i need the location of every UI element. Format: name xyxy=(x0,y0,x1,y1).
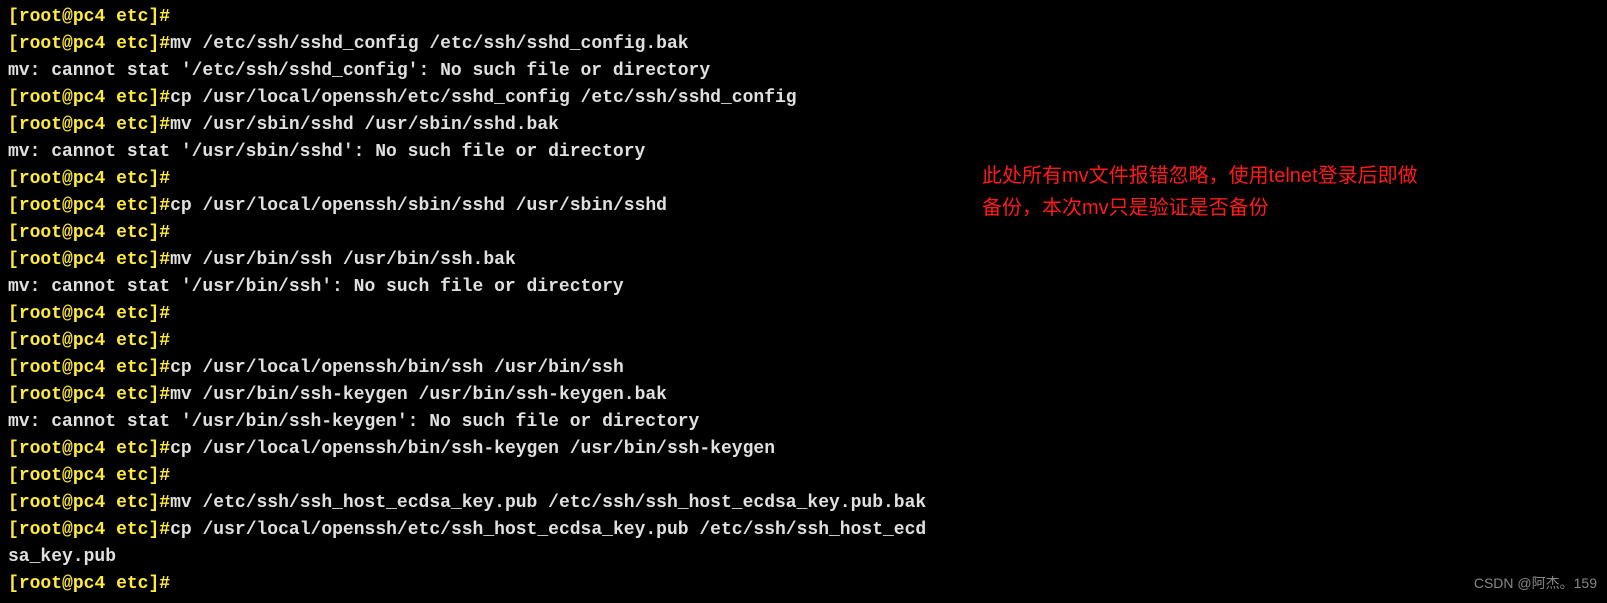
terminal-command-line: [root@pc4 etc]#cp /usr/local/openssh/etc… xyxy=(8,85,1599,112)
terminal-command-line: [root@pc4 etc]# xyxy=(8,571,1599,598)
shell-prompt: [root@pc4 etc]# xyxy=(8,466,170,486)
terminal-output[interactable]: [root@pc4 etc]#[root@pc4 etc]#mv /etc/ss… xyxy=(8,4,1599,598)
output-text: mv: cannot stat '/etc/ssh/sshd_config': … xyxy=(8,61,710,81)
command-text: cp /usr/local/openssh/bin/ssh-keygen /us… xyxy=(170,439,775,459)
command-text: cp /usr/local/openssh/etc/sshd_config /e… xyxy=(170,88,797,108)
terminal-command-line: [root@pc4 etc]#mv /usr/bin/ssh-keygen /u… xyxy=(8,382,1599,409)
shell-prompt: [root@pc4 etc]# xyxy=(8,7,170,27)
terminal-command-line: [root@pc4 etc]# xyxy=(8,463,1599,490)
shell-prompt: [root@pc4 etc]# xyxy=(8,493,170,513)
terminal-output-line: mv: cannot stat '/usr/bin/ssh': No such … xyxy=(8,274,1599,301)
output-text: mv: cannot stat '/usr/bin/ssh-keygen': N… xyxy=(8,412,699,432)
shell-prompt: [root@pc4 etc]# xyxy=(8,223,170,243)
annotation-line-1: 此处所有mv文件报错忽略，使用telnet登录后即做 xyxy=(982,160,1418,192)
command-text: mv /usr/bin/ssh /usr/bin/ssh.bak xyxy=(170,250,516,270)
annotation-line-2: 备份，本次mv只是验证是否备份 xyxy=(982,192,1418,224)
output-text: sa_key.pub xyxy=(8,547,116,567)
shell-prompt: [root@pc4 etc]# xyxy=(8,169,170,189)
output-text: mv: cannot stat '/usr/sbin/sshd': No suc… xyxy=(8,142,645,162)
shell-prompt: [root@pc4 etc]# xyxy=(8,358,170,378)
shell-prompt: [root@pc4 etc]# xyxy=(8,115,170,135)
shell-prompt: [root@pc4 etc]# xyxy=(8,88,170,108)
watermark-text: CSDN @阿杰。159 xyxy=(1474,570,1597,597)
shell-prompt: [root@pc4 etc]# xyxy=(8,196,170,216)
terminal-command-line: [root@pc4 etc]#cp /usr/local/openssh/bin… xyxy=(8,436,1599,463)
command-text: mv /etc/ssh/ssh_host_ecdsa_key.pub /etc/… xyxy=(170,493,926,513)
terminal-command-line: [root@pc4 etc]#cp /usr/local/openssh/bin… xyxy=(8,355,1599,382)
shell-prompt: [root@pc4 etc]# xyxy=(8,304,170,324)
command-text: cp /usr/local/openssh/sbin/sshd /usr/sbi… xyxy=(170,196,667,216)
terminal-command-line: [root@pc4 etc]# xyxy=(8,328,1599,355)
shell-prompt: [root@pc4 etc]# xyxy=(8,331,170,351)
annotation-note: 此处所有mv文件报错忽略，使用telnet登录后即做 备份，本次mv只是验证是否… xyxy=(982,160,1418,224)
terminal-command-line: [root@pc4 etc]#mv /etc/ssh/ssh_host_ecds… xyxy=(8,490,1599,517)
output-text: mv: cannot stat '/usr/bin/ssh': No such … xyxy=(8,277,624,297)
shell-prompt: [root@pc4 etc]# xyxy=(8,385,170,405)
command-text: mv /usr/bin/ssh-keygen /usr/bin/ssh-keyg… xyxy=(170,385,667,405)
shell-prompt: [root@pc4 etc]# xyxy=(8,439,170,459)
terminal-command-line: [root@pc4 etc]# xyxy=(8,220,1599,247)
shell-prompt: [root@pc4 etc]# xyxy=(8,34,170,54)
terminal-command-line: [root@pc4 etc]# xyxy=(8,301,1599,328)
terminal-command-line: [root@pc4 etc]#mv /usr/bin/ssh /usr/bin/… xyxy=(8,247,1599,274)
terminal-command-line: [root@pc4 etc]#mv /usr/sbin/sshd /usr/sb… xyxy=(8,112,1599,139)
terminal-command-line: [root@pc4 etc]# xyxy=(8,4,1599,31)
terminal-output-line: mv: cannot stat '/etc/ssh/sshd_config': … xyxy=(8,58,1599,85)
command-text: mv /etc/ssh/sshd_config /etc/ssh/sshd_co… xyxy=(170,34,688,54)
terminal-output-line: sa_key.pub xyxy=(8,544,1599,571)
terminal-command-line: [root@pc4 etc]#mv /etc/ssh/sshd_config /… xyxy=(8,31,1599,58)
shell-prompt: [root@pc4 etc]# xyxy=(8,520,170,540)
shell-prompt: [root@pc4 etc]# xyxy=(8,574,170,594)
command-text: cp /usr/local/openssh/bin/ssh /usr/bin/s… xyxy=(170,358,624,378)
command-text: mv /usr/sbin/sshd /usr/sbin/sshd.bak xyxy=(170,115,559,135)
shell-prompt: [root@pc4 etc]# xyxy=(8,250,170,270)
terminal-command-line: [root@pc4 etc]#cp /usr/local/openssh/etc… xyxy=(8,517,1599,544)
command-text: cp /usr/local/openssh/etc/ssh_host_ecdsa… xyxy=(170,520,926,540)
terminal-output-line: mv: cannot stat '/usr/bin/ssh-keygen': N… xyxy=(8,409,1599,436)
